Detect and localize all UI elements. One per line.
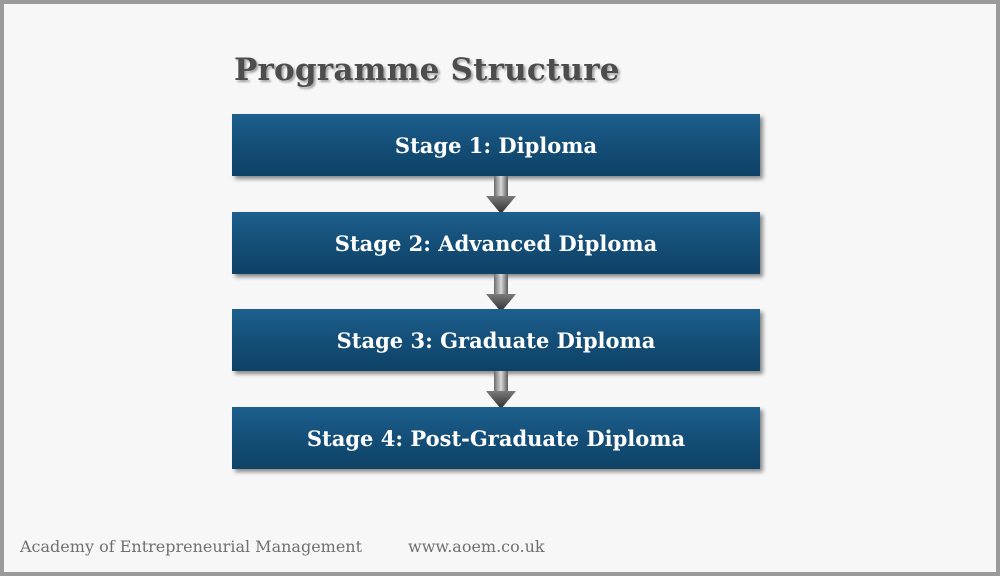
footer-website[interactable]: www.aoem.co.uk <box>408 537 545 556</box>
stage-label-1: Stage 1: Diploma <box>394 132 598 158</box>
stage-label-2: Stage 2: Advanced Diploma <box>334 230 658 256</box>
stage-label-4: Stage 4: Post-Graduate Diploma <box>306 425 686 451</box>
slide: Programme Structure Stage 1: Diploma Sta… <box>4 4 996 572</box>
down-arrow-icon <box>486 274 516 312</box>
stage-box-4: Stage 4: Post-Graduate Diploma <box>232 407 760 469</box>
footer-organization: Academy of Entrepreneurial Management <box>20 537 363 556</box>
stage-box-2: Stage 2: Advanced Diploma <box>232 212 760 274</box>
stage-box-3: Stage 3: Graduate Diploma <box>232 309 760 371</box>
page-title: Programme Structure <box>234 52 620 88</box>
down-arrow-icon <box>486 371 516 409</box>
stage-label-3: Stage 3: Graduate Diploma <box>336 327 656 353</box>
stage-box-1: Stage 1: Diploma <box>232 114 760 176</box>
down-arrow-icon <box>486 176 516 214</box>
